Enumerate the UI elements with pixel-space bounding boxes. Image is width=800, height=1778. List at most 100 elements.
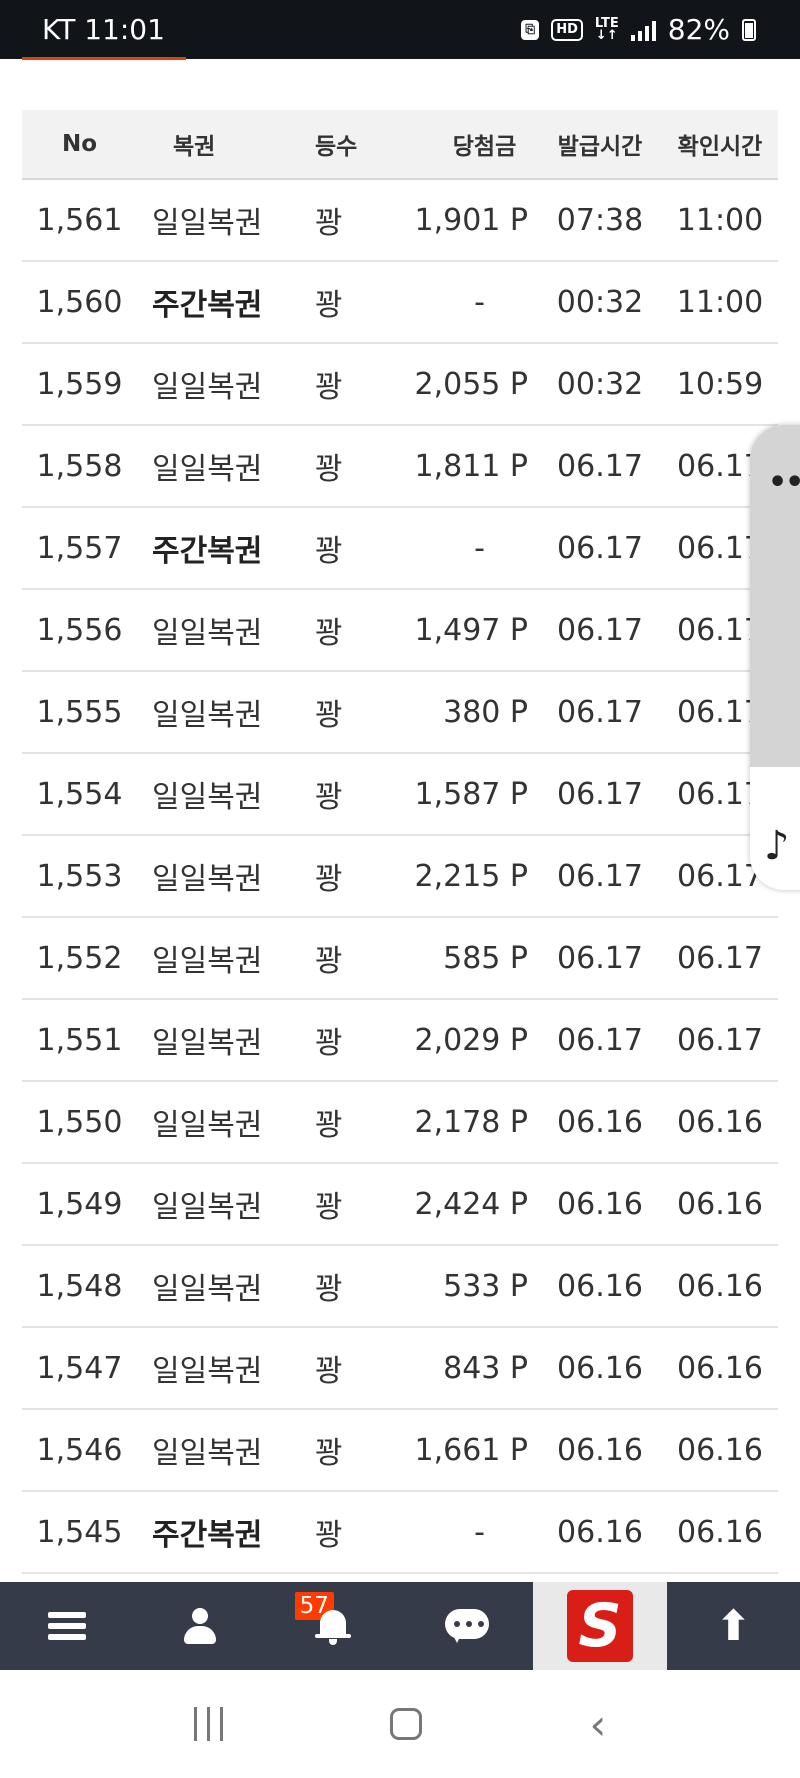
row-check-time: 06.17 [677,1022,763,1058]
row-prize: 2,029 P [414,1022,528,1058]
back-icon[interactable]: ‹ [589,1700,606,1749]
table-row[interactable]: 1,559 일일복권 꽝 2,055 P 00:32 10:59 [22,344,778,426]
row-rank: 꽝 [315,206,343,241]
menu-icon [47,1612,86,1640]
table-row[interactable]: 1,550 일일복권 꽝 2,178 P 06.16 06.16 [22,1082,778,1164]
table-row[interactable]: 1,551 일일복권 꽝 2,029 P 06.17 06.17 [22,1000,778,1082]
row-rank: 꽝 [315,862,343,897]
row-number: 1,558 [36,448,123,484]
row-issue-time: 06.17 [557,448,643,484]
row-number: 1,561 [36,202,123,238]
row-lottery-name: 일일복권 [152,1026,263,1061]
battery-icon [742,18,756,41]
table-row[interactable]: 1,546 일일복권 꽝 1,661 P 06.16 06.16 [22,1410,778,1492]
table-row[interactable]: 1,552 일일복권 꽝 585 P 06.17 06.17 [22,918,778,1000]
logo-s-icon: S [566,1590,633,1662]
row-number: 1,559 [36,366,123,402]
hd-voice-icon: HD [551,18,583,41]
row-prize: 1,811 P [414,448,528,484]
table-row[interactable]: 1,549 일일복권 꽝 2,424 P 06.16 06.16 [22,1164,778,1246]
header-issue-time: 발급시간 [557,134,643,160]
table-row[interactable]: 1,557 주간복권 꽝 -06.17 06.17 [22,508,778,590]
row-prize: 2,055 P [414,366,528,402]
row-prize: 2,178 P [414,1104,528,1140]
table-row[interactable]: 1,548 일일복권 꽝 533 P 06.16 06.16 [22,1246,778,1328]
table-row[interactable]: 1,561 일일복권 꽝 1,901 P 07:38 11:00 [22,180,778,262]
row-lottery-name: 일일복권 [152,452,263,487]
row-check-time: 11:00 [676,284,764,320]
carrier-label: KT [42,13,76,46]
row-number: 1,552 [36,940,123,976]
row-lottery-name: 일일복권 [152,370,263,405]
recents-icon[interactable] [193,1707,223,1741]
row-lottery-name: 일일복권 [152,698,263,733]
floating-side-panel[interactable]: •• ♪ [750,425,800,890]
row-number: 1,556 [36,612,123,648]
bottom-toolbar: 57 S ⬆ [0,1582,800,1670]
header-no: No [61,131,98,157]
row-number: 1,557 [36,530,123,566]
profile-button[interactable] [133,1582,266,1670]
bell-icon [315,1607,352,1645]
row-lottery-name: 일일복권 [152,1436,263,1471]
row-number: 1,549 [36,1186,123,1222]
row-prize: 1,901 P [414,202,528,238]
row-issue-time: 06.17 [557,940,643,976]
table-row[interactable]: 1,555 일일복권 꽝 380 P 06.17 06.17 [22,672,778,754]
data-arrows-icon: ↓↑ [595,27,618,43]
music-note-icon[interactable]: ♪ [764,823,790,869]
clock-label: 11:01 [84,13,165,46]
row-rank: 꽝 [315,1436,343,1471]
chat-button[interactable] [400,1582,533,1670]
row-prize: - [474,530,485,566]
home-icon[interactable] [390,1708,423,1740]
row-lottery-name: 일일복권 [152,1272,263,1307]
scroll-top-button[interactable]: ⬆ [667,1582,800,1670]
table-row[interactable]: 1,560 주간복권 꽝 - 00:32 11:00 [22,262,778,344]
table-row[interactable]: 1,556 일일복권 꽝 1,497 P 06.17 06.17 [22,590,778,672]
row-issue-time: 06.17 [557,612,643,648]
lte-icon: LTE ↓↑ [595,17,619,43]
row-prize: 533 P [443,1268,528,1304]
notifications-button[interactable]: 57 [267,1582,400,1670]
row-prize: 2,424 P [414,1186,528,1222]
row-prize: - [474,1514,485,1550]
row-rank: 꽝 [315,370,343,405]
row-prize: 1,587 P [414,776,528,812]
row-check-time: 06.16 [677,1350,763,1386]
table-row[interactable]: 1,547 일일복권 꽝 843 P 06.16 06.16 [22,1328,778,1410]
row-check-time: 06.16 [677,1104,763,1140]
chat-icon [444,1609,489,1643]
row-lottery-name: 주간복권 [152,1518,263,1553]
row-rank: 꽝 [315,944,343,979]
row-issue-time: 06.17 [557,776,643,812]
table-row[interactable]: 1,554 일일복권 꽝 1,587 P 06.17 06.17 [22,754,778,836]
signal-icon [630,19,656,41]
row-rank: 꽝 [315,1272,343,1307]
table-row[interactable]: 1,558 일일복권 꽝 1,811 P 06.17 06.17 [22,426,778,508]
row-number: 1,546 [36,1432,123,1468]
lottery-history-table: No 복권 등수 당첨금 발급시간 확인시간 1,561 일일복권 꽝 1,901 P… [22,110,778,1574]
row-rank: 꽝 [315,1518,343,1553]
row-rank: 꽝 [315,452,343,487]
row-number: 1,545 [36,1514,123,1550]
app-notification-icon: ⎘ [521,19,540,40]
more-dots-icon[interactable]: •• [768,465,800,500]
row-number: 1,553 [36,858,123,894]
row-rank: 꽝 [315,1190,343,1225]
row-issue-time: 06.16 [557,1268,643,1304]
row-check-time: 06.16 [677,1432,763,1468]
table-row[interactable]: 1,553 일일복권 꽝 2,215 P 06.17 06.17 [22,836,778,918]
table-row[interactable]: 1,545 주간복권 꽝 - 06.16 06.16 [22,1492,778,1574]
system-navigation-bar: ‹ [0,1670,800,1778]
header-prize: 당첨금 [452,134,517,160]
row-number: 1,560 [36,284,123,320]
row-rank: 꽝 [315,698,343,733]
row-rank: 꽝 [315,288,343,323]
row-issue-time: 06.16 [557,1104,643,1140]
site-logo-button[interactable]: S [533,1582,667,1670]
menu-button[interactable] [0,1582,133,1670]
row-lottery-name: 주간복권 [152,534,263,569]
row-issue-time: 06.16 [557,1432,643,1468]
row-lottery-name: 일일복권 [152,616,263,651]
